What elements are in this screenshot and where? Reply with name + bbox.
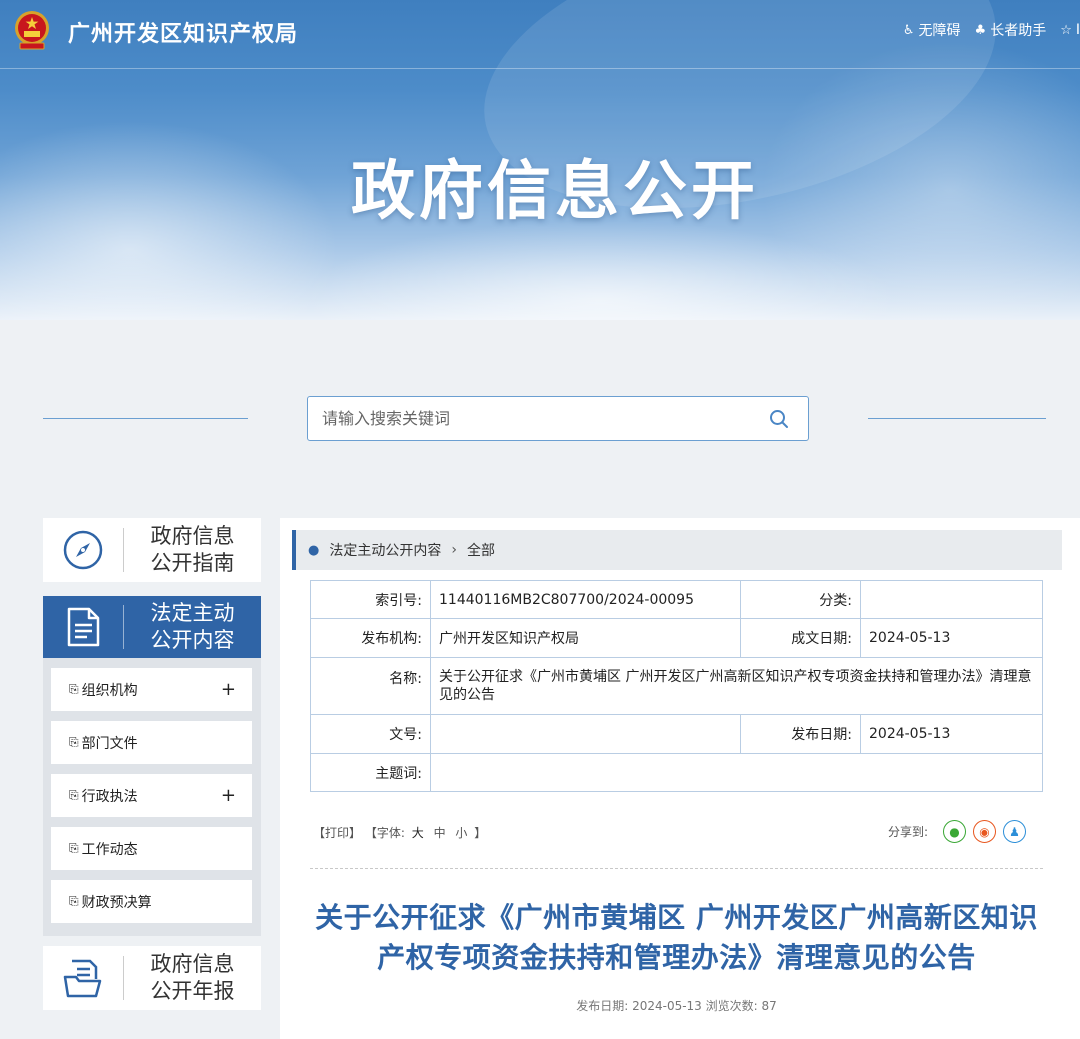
document-icon <box>67 607 100 647</box>
keywords-value <box>430 753 1043 792</box>
table-row: 发布机构: 广州开发区知识产权局 成文日期: 2024-05-13 <box>310 618 1043 658</box>
document-meta-table: 索引号: 11440116MB2C807700/2024-00095 分类: 发… <box>310 580 1043 792</box>
sidebar-item-dept-docs[interactable]: ⎘ 部门文件 <box>51 721 252 764</box>
sidebar-item-label: 组织机构 <box>81 682 138 699</box>
report-icon <box>63 959 102 998</box>
publisher-label: 发布机构: <box>310 618 431 658</box>
article-title: 关于公开征求《广州市黄埔区 广州开发区广州高新区知识产权专项资金扶持和管理办法》… <box>315 901 1038 974</box>
sidebar-guide[interactable]: 政府信息 公开指南 <box>43 518 261 582</box>
header-divider <box>0 68 1080 69</box>
table-row: 索引号: 11440116MB2C807700/2024-00095 分类: <box>310 580 1043 619</box>
hero-title: 政府信息公开 <box>351 154 759 229</box>
sidebar-item-enforcement[interactable]: ⎘ 行政执法 + <box>51 774 252 817</box>
wechat-share-icon[interactable]: ● <box>943 820 967 843</box>
category-value <box>860 580 1043 619</box>
index-value: 11440116MB2C807700/2024-00095 <box>430 580 741 619</box>
breadcrumb: ● 法定主动公开内容 › 全部 <box>292 530 1062 570</box>
site-title[interactable]: 广州开发区知识产权局 <box>68 16 298 48</box>
sidebar-guide-line1: 政府信息 <box>150 524 235 548</box>
expand-plus-icon[interactable]: + <box>221 679 236 700</box>
sidebar-item-label: 财政预决算 <box>81 894 152 911</box>
font-small-button[interactable]: 小 <box>455 826 467 840</box>
breadcrumb-current[interactable]: 全部 <box>467 540 495 560</box>
sidebar-active-line1: 法定主动 <box>150 601 235 625</box>
publish-date-label: 发布日期: <box>740 714 861 754</box>
sidebar-active-line2: 公开内容 <box>150 628 235 652</box>
header-tools: ♿ 无障碍 ♣ 长者助手 ☆ I <box>903 20 1080 40</box>
doc-icon: ⎘ <box>69 735 79 749</box>
national-emblem-icon <box>15 11 49 50</box>
sidebar-item-org[interactable]: ⎘ 组织机构 + <box>51 668 252 711</box>
sidebar-item-label: 工作动态 <box>81 841 138 858</box>
elder-assist-link[interactable]: ♣ 长者助手 <box>975 20 1047 40</box>
accessibility-label: 无障碍 <box>918 23 961 39</box>
qq-share-icon[interactable]: ♟ <box>1003 820 1027 843</box>
chevron-right-icon: › <box>451 542 457 558</box>
search-deco-line-left <box>43 418 248 419</box>
expand-plus-icon[interactable]: + <box>221 785 236 806</box>
print-button[interactable]: 【打印】 <box>313 826 361 840</box>
star-icon: ☆ <box>1060 22 1072 38</box>
publish-date-value: 2024-05-13 <box>860 714 1043 754</box>
compass-icon <box>63 530 103 570</box>
search-input[interactable] <box>308 397 748 440</box>
elder-assist-label: 长者助手 <box>990 23 1047 39</box>
name-value: 关于公开征求《广州市黄埔区 广州开发区广州高新区知识产权专项资金扶持和管理办法》… <box>430 657 1043 715</box>
sidebar-active-content[interactable]: 法定主动 公开内容 <box>43 596 261 658</box>
category-label: 分类: <box>740 580 861 619</box>
favorite-link[interactable]: ☆ I <box>1060 20 1080 40</box>
table-row: 文号: 发布日期: 2024-05-13 <box>310 714 1043 754</box>
font-size-suffix: 】 <box>474 826 487 840</box>
font-size-prefix: 【字体: <box>364 826 405 840</box>
header-banner: 广州开发区知识产权局 ♿ 无障碍 ♣ 长者助手 ☆ I 政府信息公开 <box>0 0 1080 320</box>
sidebar-item-budget[interactable]: ⎘ 财政预决算 <box>51 880 252 923</box>
doc-number-label: 文号: <box>310 714 431 754</box>
font-large-button[interactable]: 大 <box>412 826 424 840</box>
sidebar-report-line2: 公开年报 <box>150 979 235 1003</box>
weibo-share-icon[interactable]: ◉ <box>973 820 997 843</box>
search-box <box>307 396 809 441</box>
sidebar-item-label: 行政执法 <box>81 788 138 805</box>
accessibility-icon: ♿ <box>902 22 915 38</box>
location-pin-icon: ● <box>308 542 320 558</box>
doc-icon: ⎘ <box>69 788 79 802</box>
article-actions: 【打印】 【字体: 大 中 小 】 <box>313 824 486 841</box>
breadcrumb-parent[interactable]: 法定主动公开内容 <box>329 540 441 560</box>
keywords-label: 主题词: <box>310 753 431 792</box>
index-label: 索引号: <box>310 580 431 619</box>
sidebar-report-line1: 政府信息 <box>150 952 235 976</box>
share-bar: 分享到: ● ◉ ♟ <box>888 820 1027 843</box>
doc-number-value <box>430 714 741 754</box>
table-row: 主题词: <box>310 753 1043 792</box>
search-deco-line-right <box>868 418 1046 419</box>
created-date-label: 成文日期: <box>740 618 861 658</box>
elder-assist-icon: ♣ <box>974 22 987 38</box>
favorite-label: I <box>1075 22 1080 38</box>
search-icon[interactable] <box>768 408 790 430</box>
doc-icon: ⎘ <box>69 682 79 696</box>
created-date-value: 2024-05-13 <box>860 618 1043 658</box>
sidebar-item-news[interactable]: ⎘ 工作动态 <box>51 827 252 870</box>
share-label: 分享到: <box>888 825 929 839</box>
font-medium-button[interactable]: 中 <box>434 826 446 840</box>
article-meta: 发布日期: 2024-05-13 浏览次数: 87 <box>576 999 777 1013</box>
doc-icon: ⎘ <box>69 841 79 855</box>
table-row: 名称: 关于公开征求《广州市黄埔区 广州开发区广州高新区知识产权专项资金扶持和管… <box>310 657 1043 715</box>
accessibility-link[interactable]: ♿ 无障碍 <box>903 20 961 40</box>
name-label: 名称: <box>310 657 431 715</box>
dashed-divider <box>310 868 1043 869</box>
sidebar-item-label: 部门文件 <box>81 735 138 752</box>
sidebar-annual-report[interactable]: 政府信息 公开年报 <box>43 946 261 1010</box>
doc-icon: ⎘ <box>69 894 79 908</box>
sidebar-guide-line2: 公开指南 <box>150 551 235 575</box>
publisher-value: 广州开发区知识产权局 <box>430 618 741 658</box>
sidebar-submenu: ⎘ 组织机构 + ⎘ 部门文件 ⎘ 行政执法 + ⎘ 工作动态 ⎘ 财政预决算 <box>43 658 261 936</box>
